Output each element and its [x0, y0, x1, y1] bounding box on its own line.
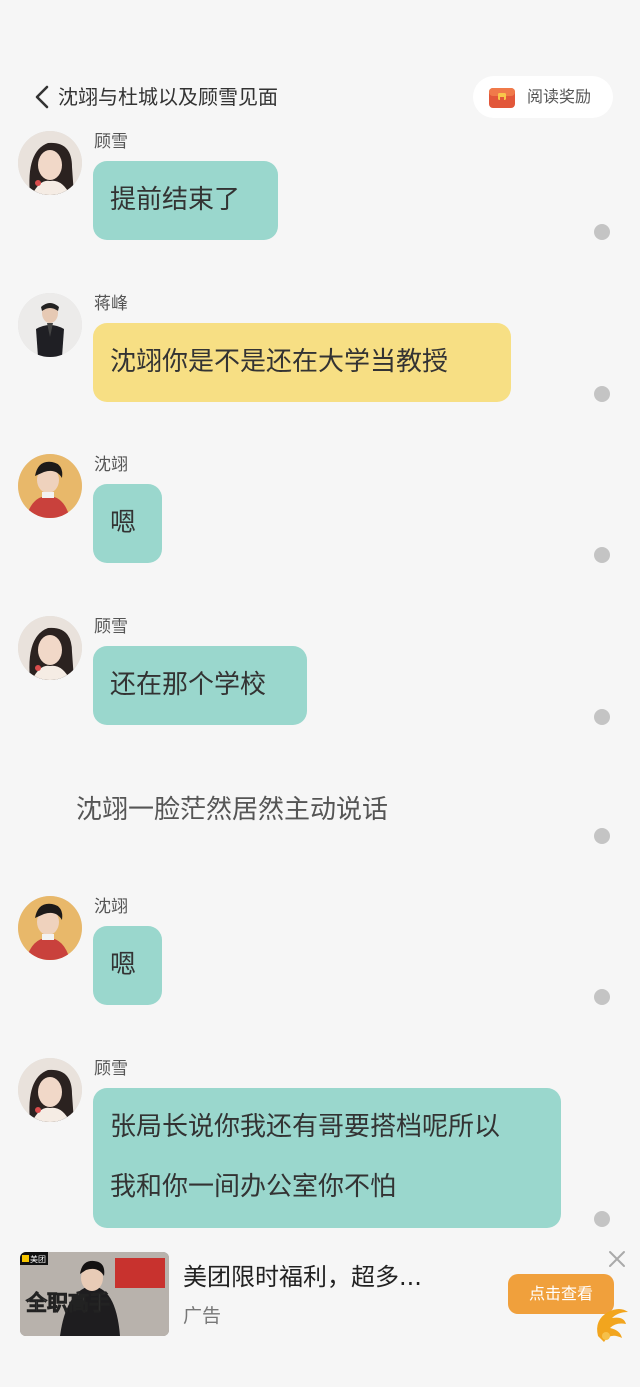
narration-text[interactable]: 沈翊一脸茫然居然主动说话	[76, 793, 388, 827]
ad-title[interactable]: 美团限时福利，超多...	[183, 1262, 422, 1292]
more-dot-icon[interactable]	[594, 386, 610, 402]
close-icon[interactable]	[606, 1248, 628, 1270]
more-dot-icon[interactable]	[594, 709, 610, 725]
chat-message: 顾雪 还在那个学校	[0, 615, 640, 727]
ad-image-brand: 美团	[30, 1254, 46, 1264]
avatar-guxue[interactable]	[18, 1058, 82, 1122]
ad-label: 广告	[183, 1305, 222, 1327]
sender-name: 顾雪	[94, 617, 128, 637]
chat-message: 顾雪 提前结束了	[0, 130, 640, 242]
back-arrow-icon[interactable]	[30, 84, 56, 110]
avatar-shenyi[interactable]	[18, 896, 82, 960]
sender-name: 顾雪	[94, 132, 128, 152]
top-bar: 沈翊与杜城以及顾雪见面 阅读奖励	[0, 70, 640, 126]
reading-reward-button[interactable]: 阅读奖励	[473, 76, 613, 118]
message-bubble[interactable]: 提前结束了	[93, 161, 278, 240]
avatar-guxue[interactable]	[18, 616, 82, 680]
sender-name: 沈翊	[94, 897, 128, 917]
chat-message: 蒋峰 沈翊你是不是还在大学当教授	[0, 292, 640, 404]
page-title[interactable]: 沈翊与杜城以及顾雪见面	[58, 84, 278, 110]
narration: 沈翊一脸茫然居然主动说话	[0, 790, 640, 850]
avatar-shenyi[interactable]	[18, 454, 82, 518]
message-bubble[interactable]: 嗯	[93, 926, 162, 1005]
app-logo-icon	[590, 1300, 632, 1346]
chat-message: 沈翊 嗯	[0, 453, 640, 565]
message-line: 我和你一间办公室你不怕	[110, 1172, 397, 1202]
more-dot-icon[interactable]	[594, 224, 610, 240]
more-dot-icon[interactable]	[594, 1211, 610, 1227]
chat-message: 顾雪 张局长说你我还有哥要搭档呢所以 我和你一间办公室你不怕	[0, 1057, 640, 1229]
more-dot-icon[interactable]	[594, 828, 610, 844]
reward-label: 阅读奖励	[527, 87, 592, 106]
message-bubble[interactable]: 还在那个学校	[93, 646, 307, 725]
message-bubble[interactable]: 张局长说你我还有哥要搭档呢所以 我和你一间办公室你不怕	[93, 1088, 561, 1228]
sender-name: 沈翊	[94, 455, 128, 475]
message-bubble[interactable]: 嗯	[93, 484, 162, 563]
gift-box-icon	[488, 85, 516, 109]
message-line: 张局长说你我还有哥要搭档呢所以	[110, 1112, 501, 1142]
chat-message: 沈翊 嗯	[0, 895, 640, 1007]
message-bubble[interactable]: 沈翊你是不是还在大学当教授	[93, 323, 511, 402]
ad-image-title: 全职高手	[25, 1290, 110, 1315]
sender-name: 蒋峰	[94, 294, 128, 314]
avatar-guxue[interactable]	[18, 131, 82, 195]
more-dot-icon[interactable]	[594, 547, 610, 563]
avatar-jiangfeng[interactable]	[18, 293, 82, 357]
ad-image[interactable]: 美团 全职高手	[20, 1252, 169, 1336]
sender-name: 顾雪	[94, 1059, 128, 1079]
ad-banner[interactable]: 美团 全职高手 美团限时福利，超多... 广告 点击查看	[0, 1240, 640, 1387]
more-dot-icon[interactable]	[594, 989, 610, 1005]
